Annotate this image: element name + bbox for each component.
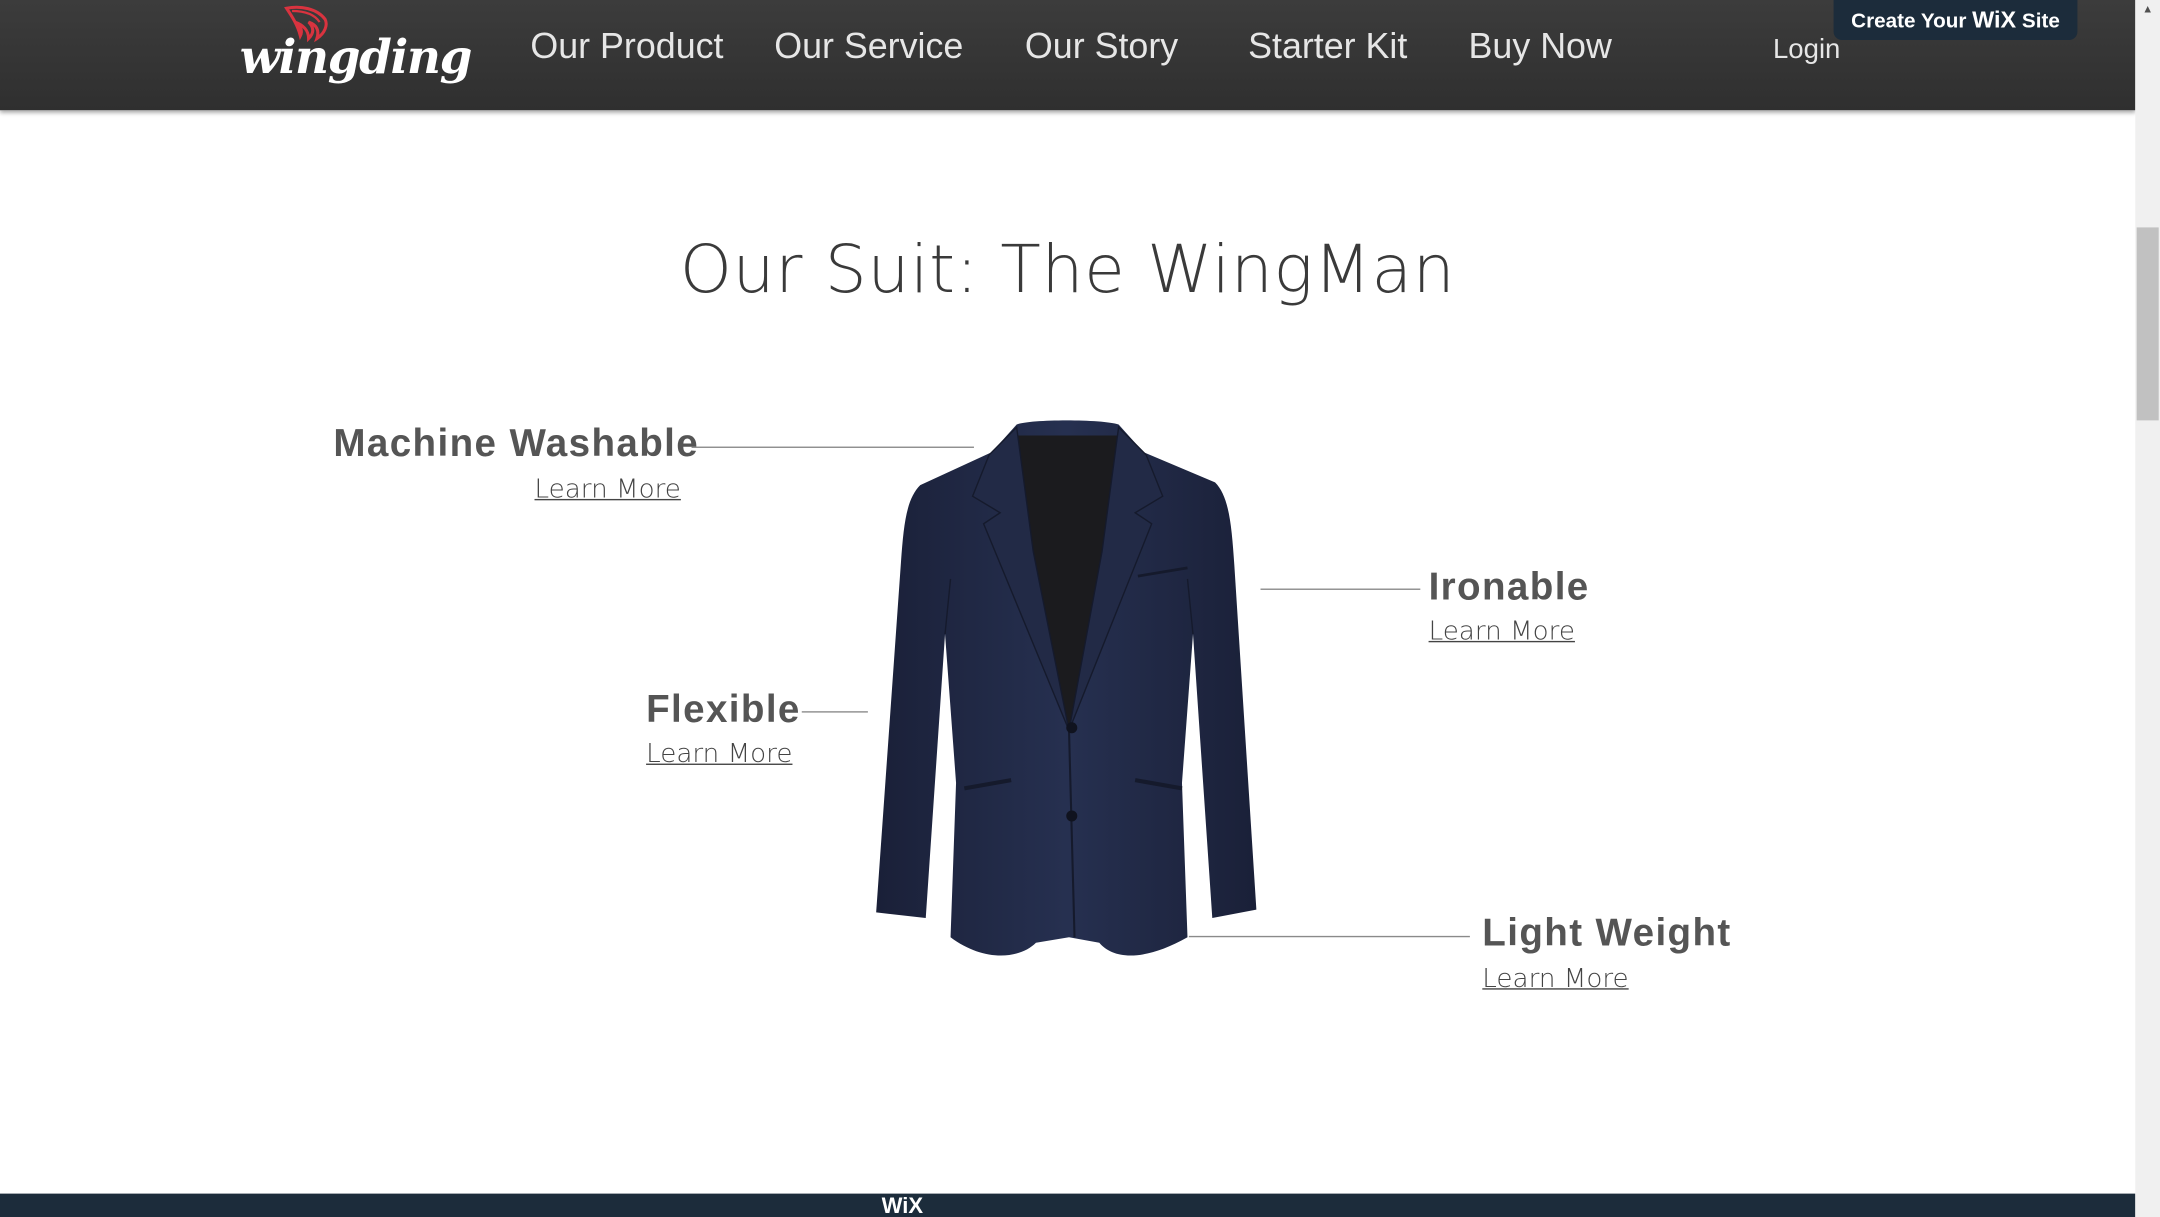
viewport: wingding Our Product Our Service Our Sto… [0, 0, 2160, 1217]
site-logo[interactable]: wingding [237, 3, 472, 99]
page: wingding Our Product Our Service Our Sto… [0, 0, 2136, 1217]
learn-more-machine-washable-link[interactable]: Learn More [535, 474, 681, 504]
leader-line-light-weight [1188, 935, 1470, 938]
section-title: Our Suit: The WingMan [679, 231, 1456, 309]
scrollbar-track[interactable] [2135, 0, 2160, 1217]
feature-ironable-label: Ironable [1428, 565, 1590, 608]
footer-bar [0, 1193, 2136, 1217]
learn-more-ironable-link[interactable]: Learn More [1429, 616, 1575, 646]
wix-badge-suffix: Site [2021, 9, 2060, 34]
create-wix-site-button[interactable]: Create Your WiX Site [1833, 0, 2078, 40]
nav-starter-kit[interactable]: Starter Kit [1248, 25, 1407, 68]
nav-our-story[interactable]: Our Story [1025, 25, 1178, 68]
leader-line-flexible [801, 711, 868, 713]
learn-more-light-weight-link[interactable]: Learn More [1482, 963, 1628, 993]
login-link[interactable]: Login [1773, 34, 1840, 66]
feature-flexible-label: Flexible [646, 687, 801, 731]
scroll-up-arrow-icon[interactable]: ▲ [2137, 0, 2159, 19]
feature-light-weight-label: Light Weight [1482, 911, 1732, 954]
nav-our-service[interactable]: Our Service [774, 25, 963, 68]
suit-jacket-image [876, 420, 1257, 956]
leader-line-machine-washable [691, 446, 974, 448]
learn-more-flexible-link[interactable]: Learn More [646, 739, 792, 769]
leader-line-ironable [1260, 588, 1421, 590]
top-navigation-bar: wingding Our Product Our Service Our Sto… [0, 0, 2136, 111]
logo-text: wingding [239, 30, 473, 86]
nav-buy-now[interactable]: Buy Now [1469, 25, 1612, 68]
wix-badge-prefix: Create Your [1851, 9, 1967, 34]
footer-wix-logo: WiX [881, 1196, 924, 1217]
feature-machine-washable-label: Machine Washable [333, 421, 700, 465]
scrollbar-thumb[interactable] [2136, 227, 2159, 421]
wix-badge-brand: WiX [1972, 6, 2017, 34]
nav-our-product[interactable]: Our Product [530, 25, 723, 68]
